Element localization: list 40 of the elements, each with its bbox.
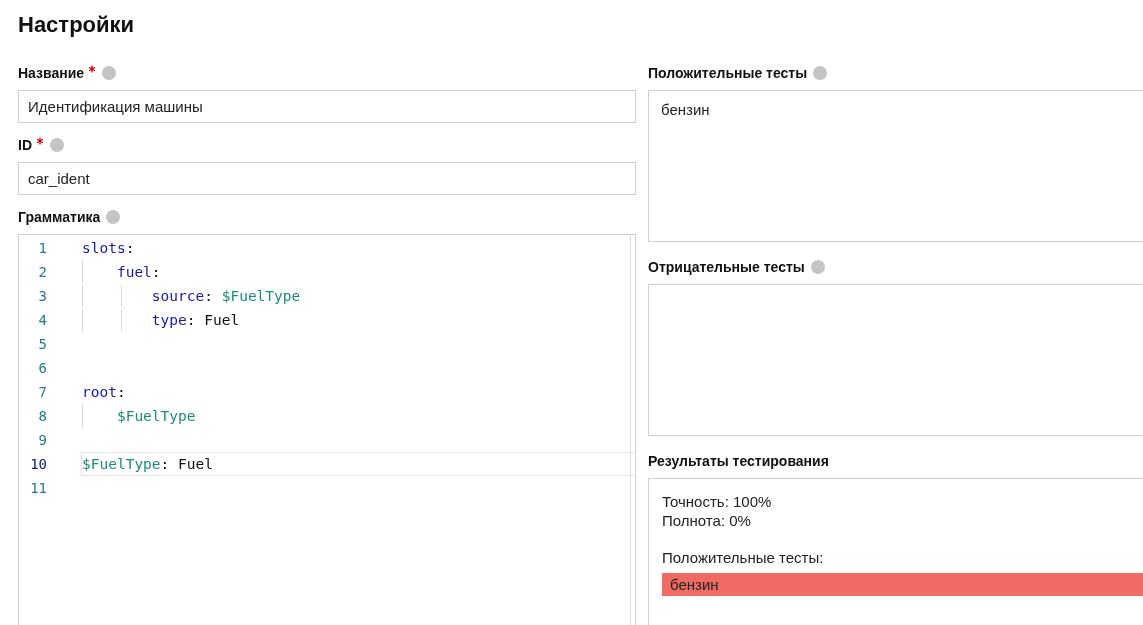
- code-editor[interactable]: 1 slots: 2 fuel: 3 source: $FuelType 4 type: Fuel 5 6 7 root: 8 $FuelType 9 10 $FuelType: Fuel 11: [18, 234, 636, 625]
- help-icon[interactable]: [102, 66, 117, 80]
- code-line: $FuelType: [115, 408, 196, 424]
- test-text: бензин: [661, 101, 710, 118]
- recall-text: Полнота: 0%: [662, 511, 752, 530]
- line-number: 2: [37, 263, 47, 282]
- text-area[interactable]: бензин: [648, 90, 1143, 242]
- test-result: бензин: [662, 573, 1143, 596]
- field-label: ID: [18, 137, 32, 153]
- code-line: type: Fuel: [150, 312, 240, 328]
- line-number: 5: [37, 335, 47, 354]
- help-icon[interactable]: [813, 66, 828, 80]
- line-number: 1: [37, 239, 47, 258]
- line-number: 11: [29, 479, 47, 498]
- precision-text: Точность: 100%: [662, 492, 773, 511]
- code-line: slots:: [82, 240, 135, 256]
- line-number: 9: [37, 431, 47, 450]
- results-label: Положительные тесты:: [662, 548, 825, 567]
- code-line: root:: [82, 384, 126, 400]
- help-icon[interactable]: [50, 138, 64, 152]
- line-number: 7: [37, 383, 47, 402]
- line-number: 6: [37, 359, 47, 378]
- line-number: 8: [37, 407, 47, 426]
- field-label: Результаты тестирования: [648, 453, 829, 469]
- input-field[interactable]: car_ident: [18, 162, 636, 195]
- field-label: Название: [18, 65, 85, 81]
- code-line: fuel:: [115, 264, 161, 280]
- line-number: 10: [29, 455, 47, 474]
- help-icon[interactable]: [106, 210, 121, 224]
- field-label: Грамматика: [18, 209, 101, 225]
- text-area[interactable]: [648, 284, 1143, 436]
- code-line: $FuelType: Fuel: [82, 456, 213, 472]
- code-line: source: $FuelType: [150, 288, 301, 304]
- help-icon[interactable]: [810, 260, 825, 274]
- line-number: 3: [37, 287, 47, 306]
- input-field[interactable]: Идентификация машины: [18, 90, 636, 123]
- field-label: Положительные тесты: [648, 65, 808, 81]
- page-title: Настройки: [18, 12, 136, 38]
- field-label: Отрицательные тесты: [648, 259, 805, 275]
- line-number: 4: [37, 311, 47, 330]
